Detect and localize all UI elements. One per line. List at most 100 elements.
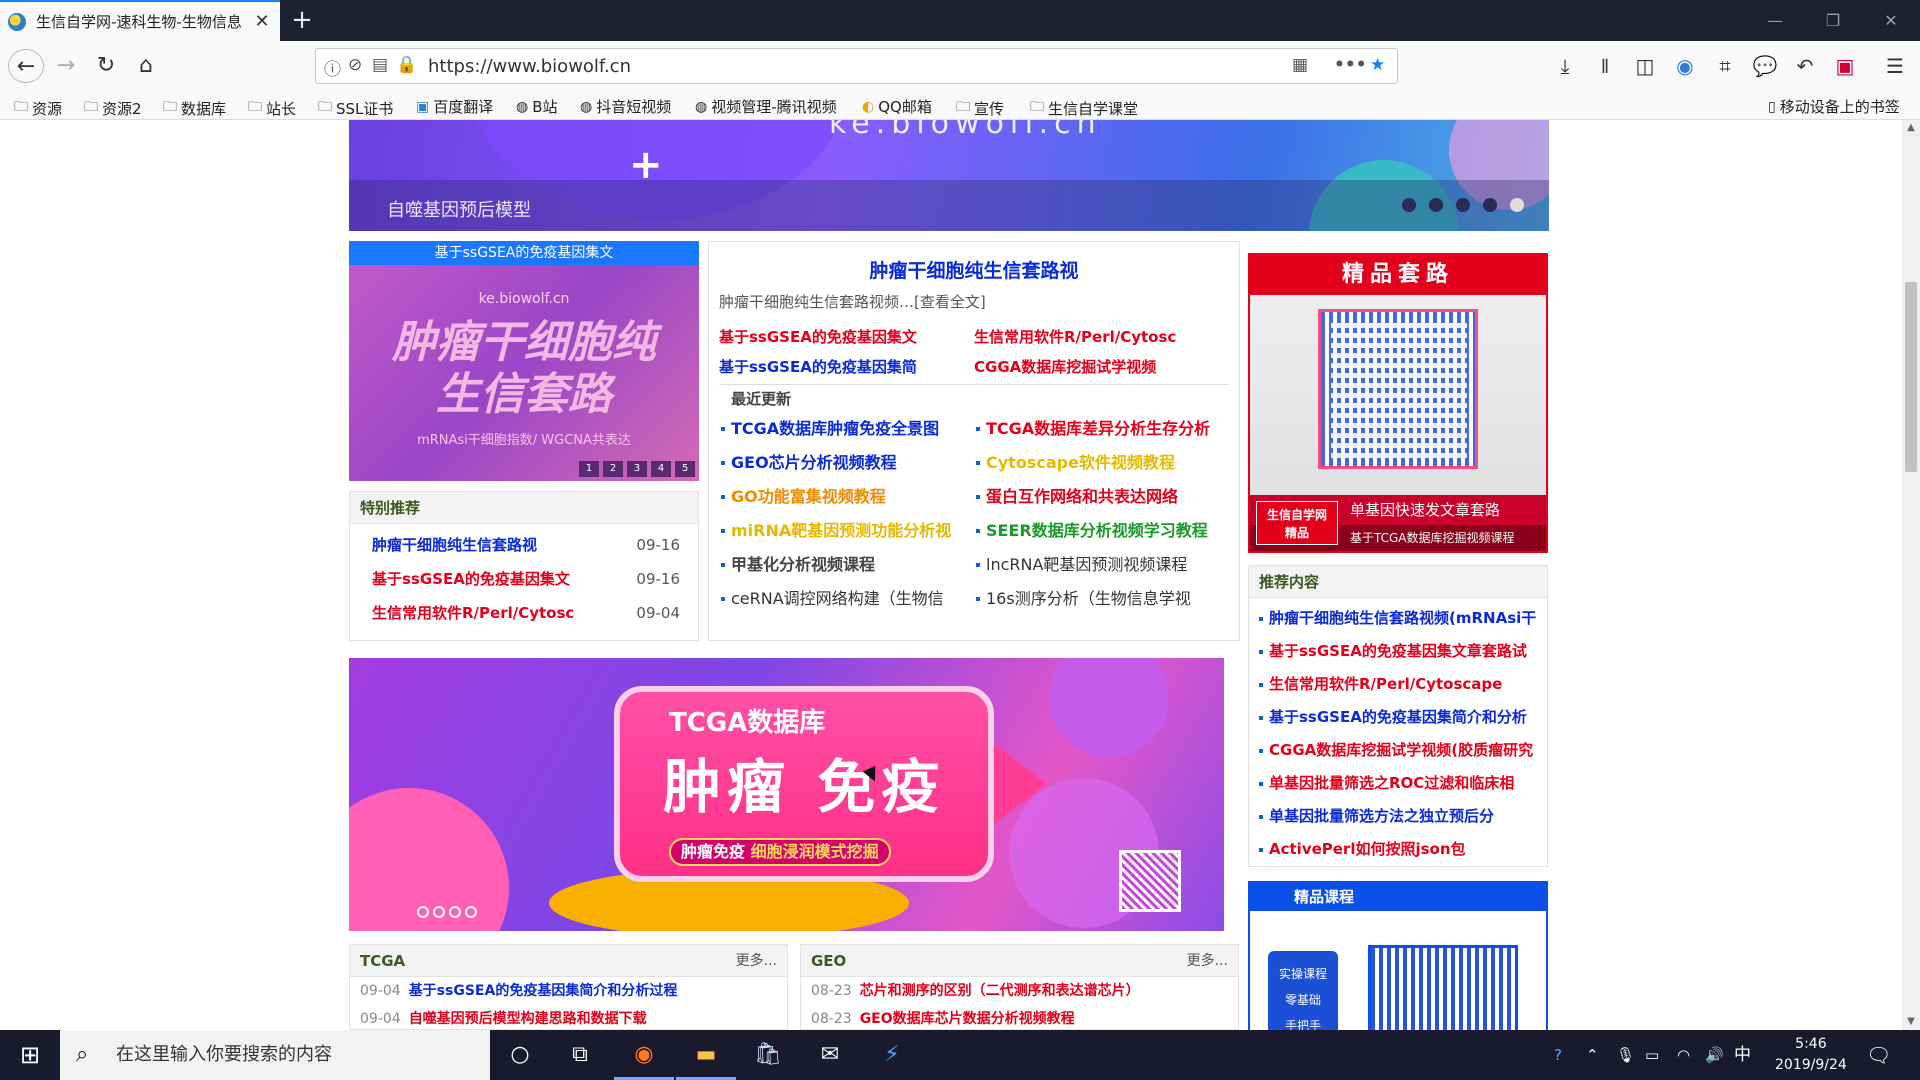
recent-link[interactable]: TCGA数据库肿瘤免疫全景图 xyxy=(719,412,974,446)
home-button[interactable]: ⌂ xyxy=(128,49,164,83)
recent-link[interactable]: lncRNA靶基因预测视频课程 xyxy=(974,548,1229,582)
vertical-scrollbar[interactable]: ▲ ▼ xyxy=(1902,120,1920,1030)
special-link[interactable]: 肿瘤干细胞纯生信套路视 xyxy=(362,528,537,562)
page-button[interactable]: 4 xyxy=(651,461,671,477)
minimize-window-button[interactable]: — xyxy=(1746,0,1804,41)
qr-code-icon[interactable]: ▦ xyxy=(1292,55,1308,75)
recent-link[interactable]: GO功能富集视频教程 xyxy=(719,480,974,514)
bookmark-folder[interactable]: 🗀 生信自学课堂 xyxy=(1030,96,1138,120)
store-icon[interactable]: 🛍 xyxy=(738,1030,798,1080)
close-tab-icon[interactable]: ✕ xyxy=(252,11,272,32)
slide-dot[interactable] xyxy=(465,906,477,918)
ime-indicator[interactable]: 中 xyxy=(1734,1030,1751,1080)
geo-more-link[interactable]: 更多... xyxy=(1187,945,1228,976)
special-item[interactable]: 肿瘤干细胞纯生信套路视 09-16 xyxy=(362,528,680,562)
microphone-icon[interactable]: 🎙 xyxy=(1616,1030,1635,1080)
bookmark-folder[interactable]: 🗀 资源 xyxy=(14,96,62,120)
recommend-link[interactable]: 单基因批量筛选方法之独立预后分 xyxy=(1259,800,1547,833)
bookmark-link[interactable]: ◐ QQ邮箱 xyxy=(862,96,932,117)
file-explorer-icon[interactable]: ▬ xyxy=(676,1030,736,1080)
news-link[interactable]: 芯片和测序的区别（二代测序和表达谱芯片） xyxy=(860,983,1140,999)
reload-button[interactable]: ↻ xyxy=(88,49,124,83)
slide-dot[interactable] xyxy=(1402,198,1416,212)
downloads-icon[interactable]: ⤓ xyxy=(1548,49,1582,83)
news-row[interactable]: 08-23 芯片和测序的区别（二代测序和表达谱芯片） xyxy=(801,977,1238,1005)
close-window-button[interactable]: ✕ xyxy=(1862,0,1920,41)
network-icon[interactable]: ◠ xyxy=(1677,1030,1690,1080)
chat-icon[interactable]: 💬 xyxy=(1748,49,1782,83)
mobile-bookmarks[interactable]: ▯ 移动设备上的书签 xyxy=(1768,96,1900,117)
url-text[interactable]: https://www.biowolf.cn xyxy=(428,56,631,77)
slide-dot[interactable] xyxy=(1456,198,1470,212)
system-clock[interactable]: 5:46 2019/9/24 xyxy=(1775,1034,1847,1076)
tcga-more-link[interactable]: 更多... xyxy=(736,945,777,976)
featured-link[interactable]: 基于ssGSEA的免疫基因集简 xyxy=(719,352,974,382)
news-link[interactable]: 基于ssGSEA的免疫基因集简介和分析过程 xyxy=(409,983,678,999)
menu-icon[interactable]: ☰ xyxy=(1878,49,1912,83)
top-banner-slider[interactable]: ke.biowolf.cn + 自噬基因预后模型 xyxy=(349,120,1549,231)
undo-icon[interactable]: ↶ xyxy=(1788,49,1822,83)
recommend-link[interactable]: ActivePerl如何按照json包 xyxy=(1259,833,1547,866)
recommend-link[interactable]: 单基因批量筛选之ROC过滤和临床相 xyxy=(1259,767,1547,800)
screenshot-icon[interactable]: ⌗ xyxy=(1708,49,1742,83)
extension-globe-icon[interactable]: ◉ xyxy=(1668,49,1702,83)
banner-caption[interactable]: 自噬基因预后模型 xyxy=(387,196,531,222)
featured-title[interactable]: 肿瘤干细胞纯生信套路视 xyxy=(719,256,1229,283)
recent-link[interactable]: 蛋白互作网络和共表达网络 xyxy=(974,480,1229,514)
featured-link[interactable]: CGGA数据库挖掘试学视频 xyxy=(974,352,1229,382)
recommend-link[interactable]: 肿瘤干细胞纯生信套路视频(mRNAsi干 xyxy=(1259,602,1547,635)
recent-link[interactable]: ceRNA调控网络构建（生物信 xyxy=(719,582,974,616)
bookmark-link[interactable]: ◍ B站 xyxy=(516,96,558,117)
page-button[interactable]: 1 xyxy=(579,461,599,477)
featured-link[interactable]: 基于ssGSEA的免疫基因集文 xyxy=(719,322,974,352)
info-icon[interactable]: ⓘ xyxy=(324,55,341,80)
qr-promo-card[interactable]: 精品套路 单基因快速发文章套路 基于TCGA数据库挖掘视频课程 生信自学网 精品 xyxy=(1248,253,1548,553)
scroll-down-icon[interactable]: ▼ xyxy=(1902,1016,1920,1027)
tracking-protection-icon[interactable]: ⊘ xyxy=(348,55,362,75)
recent-link[interactable]: 甲基化分析视频课程 xyxy=(719,548,974,582)
featured-summary[interactable]: 肿瘤干细胞纯生信套路视频…[查看全文] xyxy=(719,291,1229,312)
bookmark-link[interactable]: ◍ 抖音短视频 xyxy=(580,96,671,117)
forward-button[interactable]: → xyxy=(48,49,84,83)
bookmark-folder[interactable]: 🗀 数据库 xyxy=(163,96,226,120)
taskbar-search-box[interactable]: ⌕ 在这里输入你要搜索的内容 xyxy=(60,1030,490,1080)
sidebar-icon[interactable]: ◫ xyxy=(1628,49,1662,83)
scroll-up-icon[interactable]: ▲ xyxy=(1902,122,1920,133)
tcga-immune-banner[interactable]: TCGA数据库 肿瘤 免疫 肿瘤免疫 细胞浸润模式挖掘 xyxy=(349,658,1224,931)
slide-dot[interactable] xyxy=(433,906,445,918)
recent-link[interactable]: SEER数据库分析视频学习教程 xyxy=(974,514,1229,548)
new-tab-button[interactable]: + xyxy=(286,4,318,36)
volume-icon[interactable]: 🔊 xyxy=(1705,1030,1724,1080)
pocket-icon[interactable]: ▣ xyxy=(1828,49,1862,83)
windows-start-icon[interactable]: ⊞ xyxy=(0,1030,60,1080)
maximize-window-button[interactable]: ❐ xyxy=(1804,0,1862,41)
battery-icon[interactable]: ▭ xyxy=(1645,1030,1659,1080)
recent-link[interactable]: 16s测序分析（生物信息学视 xyxy=(974,582,1229,616)
bookmark-folder[interactable]: 🗀 资源2 xyxy=(84,96,142,120)
page-button[interactable]: 5 xyxy=(675,461,695,477)
slide-dot[interactable] xyxy=(1429,198,1443,212)
news-row[interactable]: 09-04 基于ssGSEA的免疫基因集简介和分析过程 xyxy=(350,977,787,1005)
recent-link[interactable]: TCGA数据库差异分析生存分析 xyxy=(974,412,1229,446)
page-actions-icon[interactable]: ••• xyxy=(1334,55,1367,75)
search-placeholder[interactable]: 在这里输入你要搜索的内容 xyxy=(116,1044,332,1065)
special-link[interactable]: 基于ssGSEA的免疫基因集文 xyxy=(362,562,570,596)
course-card[interactable]: 精品课程 实操课程 零基础 手把手 xyxy=(1248,881,1548,1030)
recommend-link[interactable]: 基于ssGSEA的免疫基因集文章套路试 xyxy=(1259,635,1547,668)
bookmark-folder[interactable]: 🗀 SSL证书 xyxy=(318,96,393,120)
recent-link[interactable]: GEO芯片分析视频教程 xyxy=(719,446,974,480)
special-item[interactable]: 生信常用软件R/Perl/Cytosc 09-04 xyxy=(362,596,680,630)
featured-link[interactable]: 生信常用软件R/Perl/Cytosc xyxy=(974,322,1229,352)
bookmark-link[interactable]: ◍ 视频管理-腾讯视频 xyxy=(695,96,837,117)
scrollbar-thumb[interactable] xyxy=(1905,282,1917,472)
tray-expand-icon[interactable]: ⌃ xyxy=(1586,1030,1599,1080)
bookmark-folder[interactable]: 🗀 宣传 xyxy=(956,96,1004,120)
slide-dot[interactable] xyxy=(449,906,461,918)
firefox-icon[interactable]: ◉ xyxy=(614,1030,674,1080)
bookmark-folder[interactable]: 🗀 站长 xyxy=(248,96,296,120)
slide-dot[interactable] xyxy=(1483,198,1497,212)
special-item[interactable]: 基于ssGSEA的免疫基因集文 09-16 xyxy=(362,562,680,596)
library-icon[interactable]: 𝍪 xyxy=(1588,49,1622,83)
bookmark-star-icon[interactable]: ★ xyxy=(1370,55,1385,75)
recommend-link[interactable]: 基于ssGSEA的免疫基因集简介和分析 xyxy=(1259,701,1547,734)
